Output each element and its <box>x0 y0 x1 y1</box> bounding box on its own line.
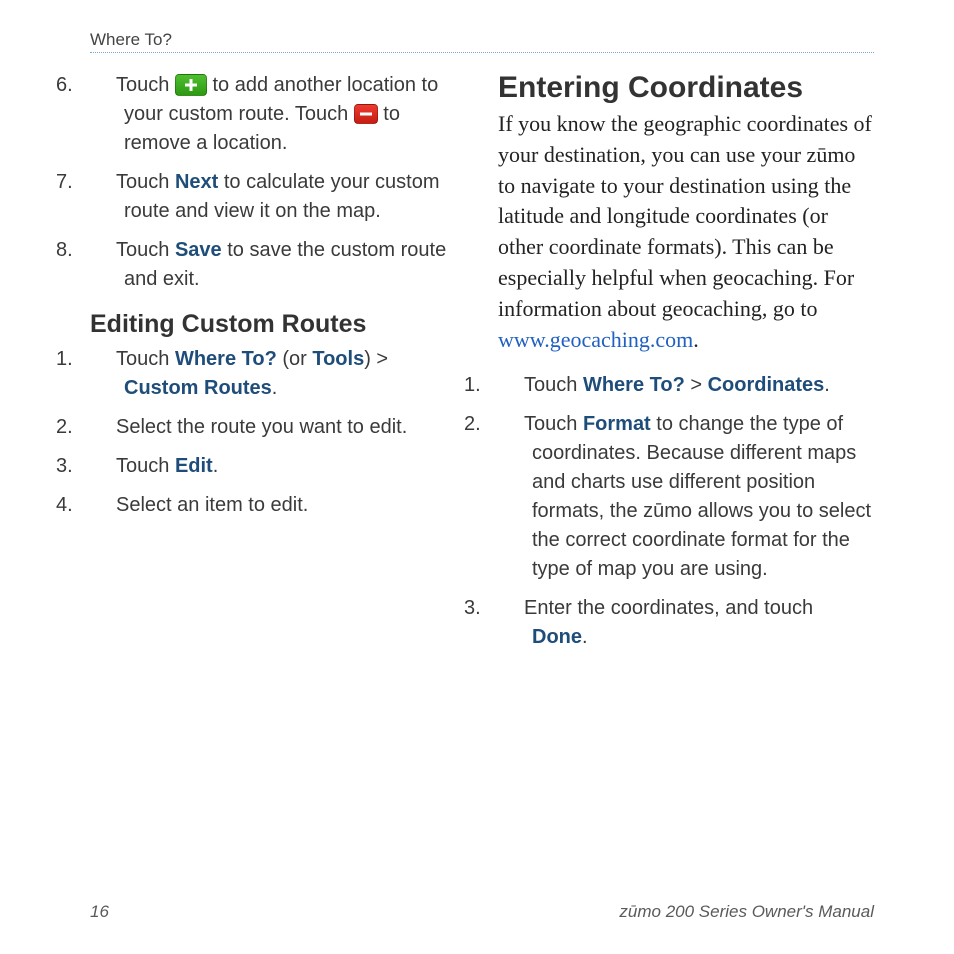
content-columns: 6.Touch to add another location to your … <box>90 71 874 662</box>
step-text: Touch <box>116 348 175 370</box>
step-8: 8.Touch Save to save the custom route an… <box>90 236 466 294</box>
step-text: . <box>272 377 278 399</box>
step-text: Touch <box>524 413 583 435</box>
keyword-custom-routes: Custom Routes <box>124 377 272 399</box>
step-number: 7. <box>90 168 116 197</box>
keyword-where-to: Where To? <box>583 374 685 396</box>
keyword-where-to: Where To? <box>175 348 277 370</box>
header-rule <box>90 52 874 53</box>
paragraph-text: If you know the geographic coordinates o… <box>498 111 872 321</box>
step-text: Touch <box>116 239 175 261</box>
editing-custom-routes-heading: Editing Custom Routes <box>90 310 466 339</box>
step-text: ) > <box>364 348 388 370</box>
step-number: 3. <box>498 594 524 623</box>
right-column: Entering Coordinates If you know the geo… <box>498 71 874 662</box>
keyword-next: Next <box>175 171 218 193</box>
step-text: Select the route you want to edit. <box>116 416 407 438</box>
step-text: Enter the coordinates, and touch <box>524 597 813 619</box>
step-number: 1. <box>90 345 116 374</box>
step-number: 8. <box>90 236 116 265</box>
custom-route-steps-continued: 6.Touch to add another location to your … <box>90 71 466 294</box>
step-number: 2. <box>498 410 524 439</box>
edit-step-1: 1.Touch Where To? (or Tools) > Custom Ro… <box>90 345 466 403</box>
step-text: Touch <box>524 374 583 396</box>
plus-icon <box>175 74 207 96</box>
left-column: 6.Touch to add another location to your … <box>90 71 466 662</box>
step-text: > <box>685 374 708 396</box>
step-text: to change the type of coordinates. Becau… <box>532 413 871 580</box>
keyword-format: Format <box>583 413 651 435</box>
step-text: . <box>824 374 830 396</box>
keyword-coordinates: Coordinates <box>708 374 825 396</box>
geocaching-link[interactable]: www.geocaching.com <box>498 327 693 352</box>
step-number: 3. <box>90 452 116 481</box>
edit-step-4: 4.Select an item to edit. <box>90 491 466 520</box>
coordinates-steps: 1.Touch Where To? > Coordinates. 2.Touch… <box>498 371 874 652</box>
keyword-done: Done <box>532 626 582 648</box>
step-text: . <box>582 626 588 648</box>
keyword-tools: Tools <box>312 348 364 370</box>
step-number: 2. <box>90 413 116 442</box>
coord-step-1: 1.Touch Where To? > Coordinates. <box>498 371 874 400</box>
step-text: Select an item to edit. <box>116 494 308 516</box>
coord-step-2: 2.Touch Format to change the type of coo… <box>498 410 874 584</box>
step-text: Touch <box>116 455 175 477</box>
keyword-save: Save <box>175 239 222 261</box>
coord-step-3: 3.Enter the coordinates, and touch Done. <box>498 594 874 652</box>
step-6: 6.Touch to add another location to your … <box>90 71 466 158</box>
edit-step-3: 3.Touch Edit. <box>90 452 466 481</box>
editing-custom-routes-steps: 1.Touch Where To? (or Tools) > Custom Ro… <box>90 345 466 520</box>
paragraph-text: . <box>693 327 699 352</box>
page-footer: 16 zūmo 200 Series Owner's Manual <box>90 902 874 922</box>
step-text: Touch <box>116 171 175 193</box>
edit-step-2: 2.Select the route you want to edit. <box>90 413 466 442</box>
entering-coordinates-heading: Entering Coordinates <box>498 71 874 105</box>
keyword-edit: Edit <box>175 455 213 477</box>
step-number: 4. <box>90 491 116 520</box>
minus-icon <box>354 104 378 124</box>
step-text: Touch <box>116 74 175 96</box>
step-text: . <box>213 455 219 477</box>
step-number: 6. <box>90 71 116 100</box>
coordinates-paragraph: If you know the geographic coordinates o… <box>498 109 874 355</box>
step-7: 7.Touch Next to calculate your custom ro… <box>90 168 466 226</box>
page-number: 16 <box>90 902 109 922</box>
step-number: 1. <box>498 371 524 400</box>
section-header: Where To? <box>90 30 874 50</box>
manual-title: zūmo 200 Series Owner's Manual <box>619 902 874 922</box>
step-text: (or <box>277 348 313 370</box>
